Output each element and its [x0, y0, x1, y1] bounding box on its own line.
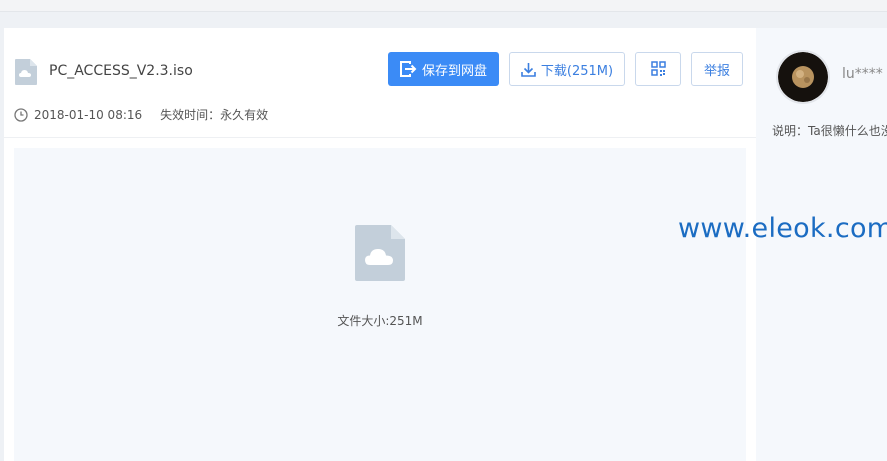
save-button-label: 保存到网盘: [421, 63, 487, 79]
download-button[interactable]: 下载(251M): [509, 52, 625, 86]
uploader-name[interactable]: lu****: [842, 66, 883, 82]
download-icon: [521, 62, 536, 77]
file-size: 文件大小:251M: [337, 314, 423, 328]
report-button-label: 举报: [703, 63, 730, 79]
clock-icon: [14, 107, 28, 122]
cloud-file-icon: [15, 59, 37, 85]
watermark-text: www.eleok.com: [678, 213, 887, 244]
upload-date: 2018-01-10 08:16: [34, 107, 143, 122]
qr-code-button[interactable]: [635, 52, 681, 86]
expiry-text: 失效时间：永久有效: [160, 108, 269, 122]
qr-code-icon: [650, 61, 666, 76]
save-to-cloud-icon: [399, 61, 417, 77]
avatar-image: [778, 52, 828, 102]
file-preview-area: 文件大小:251M: [14, 148, 746, 461]
save-to-cloud-button[interactable]: 保存到网盘: [388, 52, 499, 86]
file-header: PC_ACCESS_V2.3.iso 保存到网盘 下载(251M) 举报 201…: [4, 28, 756, 138]
file-card: PC_ACCESS_V2.3.iso 保存到网盘 下载(251M) 举报 201…: [4, 28, 756, 461]
uploader-description: 说明：Ta很懒什么也没: [772, 124, 887, 138]
file-meta: 2018-01-10 08:16 失效时间：永久有效: [14, 106, 268, 123]
avatar[interactable]: [776, 50, 830, 104]
download-button-label: 下载(251M): [540, 63, 614, 79]
report-button[interactable]: 举报: [691, 52, 743, 86]
uploader-panel: lu**** 说明：Ta很懒什么也没: [756, 28, 887, 461]
cloud-file-icon-large: [355, 225, 405, 281]
file-name: PC_ACCESS_V2.3.iso: [49, 63, 193, 79]
top-bar: [0, 0, 887, 12]
